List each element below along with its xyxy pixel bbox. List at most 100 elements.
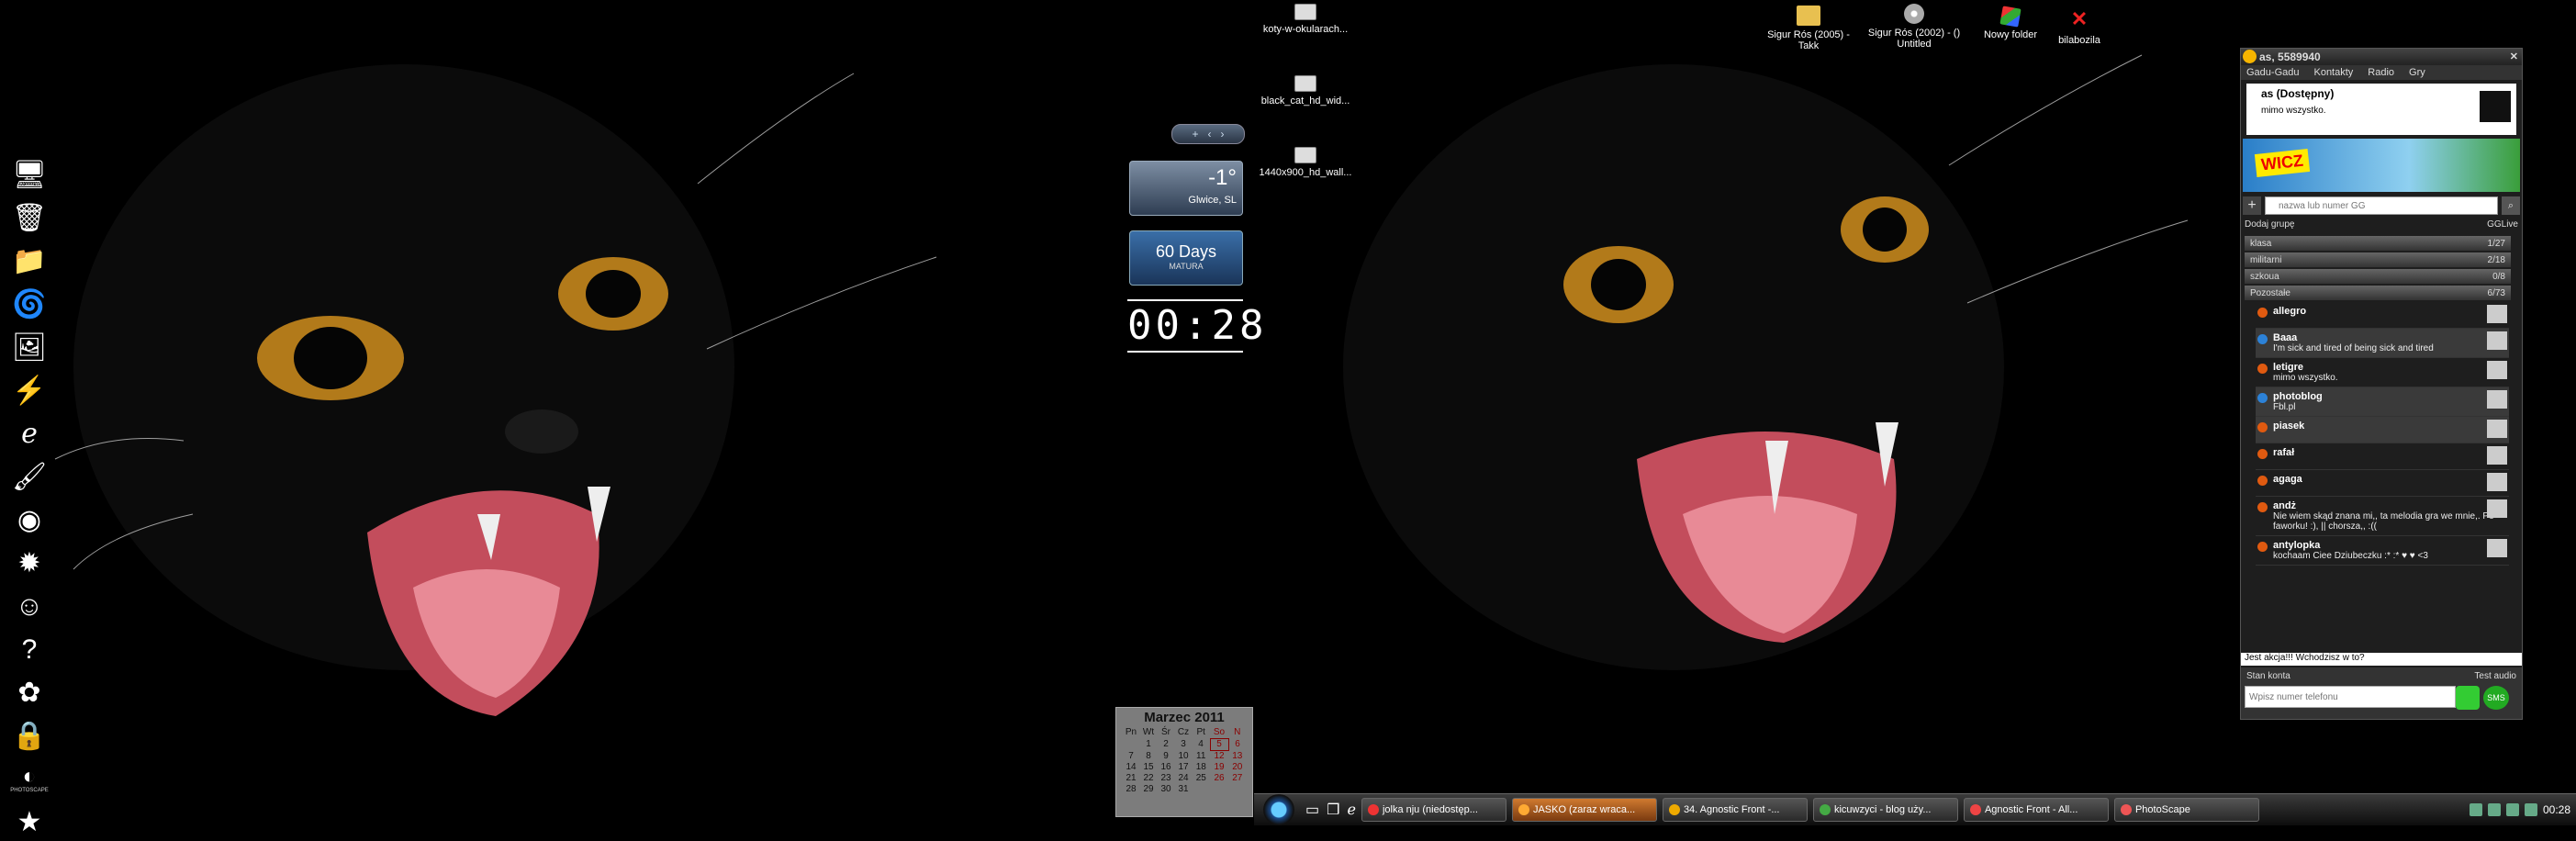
calendar-day[interactable]: 3 (1175, 739, 1193, 751)
desktop-folder-icon[interactable]: Sigur Rós (2005) - Takk (1758, 6, 1859, 51)
gg-ad-banner[interactable]: WICZ (2243, 139, 2520, 192)
calendar-day[interactable]: 27 (1228, 773, 1247, 784)
smiley-icon[interactable]: ☺ (9, 588, 50, 625)
gg-notice[interactable]: Jest akcja!!! Wchodzisz w to? (2241, 653, 2522, 666)
ccleaner-icon[interactable]: 🌀 (9, 286, 50, 323)
calendar-day[interactable]: 24 (1175, 773, 1193, 784)
calendar-day[interactable]: 31 (1175, 784, 1193, 795)
calendar-day[interactable]: 5 (1209, 738, 1229, 751)
calendar-day[interactable]: 29 (1140, 784, 1158, 795)
calendar-day[interactable]: 23 (1158, 773, 1175, 784)
taskbar-button[interactable]: JASKO (zaraz wraca... (1511, 798, 1657, 822)
chrome-icon[interactable]: ◉ (9, 501, 50, 539)
contact-group[interactable]: klasa 1/27 (2245, 236, 2511, 251)
taskbar-button[interactable]: 34. Agnostic Front -... (1662, 798, 1808, 822)
status-description[interactable]: mimo wszystko. (2261, 106, 2326, 116)
internet-explorer-icon[interactable]: ℯ (9, 415, 50, 453)
menu-item-gry[interactable]: Gry (2409, 67, 2425, 78)
calendar-day[interactable]: 1 (1140, 739, 1158, 751)
tray-icon[interactable] (2487, 803, 2501, 816)
menu-item-kontakty[interactable]: Kontakty (2313, 67, 2353, 78)
search-input[interactable] (2265, 196, 2498, 215)
gg-status-panel[interactable]: as (Dostępny) mimo wszystko. (2246, 84, 2516, 135)
desktop-folder-icon[interactable]: Nowy folder (1974, 6, 2047, 40)
folder-icon[interactable]: 📁 (9, 242, 50, 280)
calendar-day[interactable]: 14 (1123, 762, 1140, 773)
lock-icon[interactable]: 🔒 (9, 717, 50, 755)
calendar-day[interactable]: 8 (1140, 751, 1158, 763)
computer-icon[interactable]: 🖥 (9, 156, 50, 194)
calendar-day[interactable]: 18 (1193, 762, 1211, 773)
contact-group[interactable]: Pozostałe 6/73 (2245, 286, 2511, 300)
calendar-day[interactable]: 9 (1158, 751, 1175, 763)
phone-number-input[interactable] (2245, 686, 2456, 708)
start-button[interactable] (1263, 794, 1294, 825)
contact-item[interactable]: letigre mimo wszystko. (2256, 358, 2509, 387)
call-button[interactable] (2456, 686, 2480, 710)
calendar-day[interactable]: 2 (1158, 739, 1175, 751)
taskbar-button[interactable]: Agnostic Front - All... (1963, 798, 2109, 822)
contact-item[interactable]: photoblog Fbl.pl (2256, 387, 2509, 417)
picture-icon[interactable]: 🖼 (9, 329, 50, 366)
tray-icon[interactable] (2469, 803, 2482, 816)
account-balance-link[interactable]: Stan konta (2246, 671, 2290, 681)
contact-item[interactable]: rafał (2256, 443, 2509, 470)
star-icon[interactable]: ★ (9, 803, 50, 841)
calendar-day[interactable]: 19 (1210, 762, 1228, 773)
calendar-day[interactable]: 26 (1210, 773, 1228, 784)
desktop-file-icon[interactable]: 1440x900_hd_wall... (1250, 147, 1361, 178)
switch-windows-icon[interactable]: ❐ (1327, 801, 1339, 819)
desktop-file-icon[interactable]: koty-w-okularach... (1250, 4, 1361, 35)
search-icon[interactable]: ⌕ (2502, 196, 2520, 215)
calendar-day[interactable]: 17 (1175, 762, 1193, 773)
contact-group[interactable]: militarni 2/18 (2245, 252, 2511, 267)
taskbar-button[interactable]: kicuwzyci - blog uży... (1812, 798, 1958, 822)
calendar-day[interactable]: 10 (1175, 751, 1193, 763)
desktop-file-icon[interactable]: black_cat_hd_wid... (1250, 75, 1361, 107)
gg-titlebar[interactable]: as, 5589940 ✕ (2241, 49, 2522, 65)
contact-item[interactable]: Baaa I'm sick and tired of being sick and… (2256, 329, 2509, 358)
photoscape-icon[interactable]: ◐ PHOTOSCAPE (9, 760, 50, 798)
taskbar-button[interactable]: jolka nju (niedostęp... (1361, 798, 1506, 822)
add-group-button[interactable]: Dodaj grupę (2245, 219, 2294, 234)
contact-group[interactable]: szkoua 0/8 (2245, 269, 2511, 284)
contact-item[interactable]: agaga (2256, 470, 2509, 497)
gglive-button[interactable]: GGLive (2487, 219, 2518, 234)
help-icon[interactable]: ? (9, 631, 50, 668)
calendar-day[interactable]: 22 (1140, 773, 1158, 784)
calendar-day[interactable]: 11 (1193, 751, 1211, 763)
calendar-day[interactable]: 6 (1228, 739, 1247, 751)
close-icon[interactable]: ✕ (2510, 50, 2518, 62)
add-contact-button[interactable]: + (2243, 196, 2261, 215)
winamp-icon[interactable]: ⚡ (9, 372, 50, 409)
menu-item-radio[interactable]: Radio (2368, 67, 2394, 78)
prev-gadget-button[interactable]: ‹ (1208, 128, 1212, 140)
contact-item[interactable]: antylopka kochaam Ciee Dziubeczku :* :* ♥… (2256, 536, 2509, 566)
picasa-icon[interactable]: ✿ (9, 674, 50, 712)
countdown-gadget[interactable]: 60 Days MATURA (1129, 230, 1243, 286)
calendar-day[interactable]: 15 (1140, 762, 1158, 773)
weather-gadget[interactable]: -1° Glwice, SL (1129, 161, 1243, 216)
gadu-gadu-icon[interactable]: ✹ (9, 544, 50, 582)
calendar-day[interactable]: 20 (1228, 762, 1247, 773)
show-desktop-icon[interactable]: ▭ (1305, 801, 1319, 819)
calendar-day[interactable]: 13 (1228, 751, 1247, 763)
calendar-day[interactable]: 28 (1123, 784, 1140, 795)
volume-icon[interactable] (2524, 803, 2537, 816)
calendar-day[interactable]: 21 (1123, 773, 1140, 784)
paint-icon[interactable]: 🖌 (9, 458, 50, 496)
internet-explorer-icon[interactable]: ℯ (1347, 801, 1355, 819)
recycle-bin-icon[interactable]: 🗑 (9, 199, 50, 237)
add-gadget-button[interactable]: + (1192, 128, 1198, 140)
test-audio-link[interactable]: Test audio (2474, 671, 2516, 681)
desktop-cd-icon[interactable]: Sigur Rós (2002) - () Untitled (1864, 4, 1965, 50)
menu-item-gadu-gadu[interactable]: Gadu-Gadu (2246, 67, 2299, 78)
calendar-day[interactable]: 16 (1158, 762, 1175, 773)
calendar-day[interactable]: 30 (1158, 784, 1175, 795)
calendar-gadget[interactable]: Marzec 2011 Pn Wt Śr Cz Pt So N 1 2 3 4 5 6 7 8 9 10 11 12… (1115, 707, 1253, 817)
calendar-day[interactable]: 4 (1193, 739, 1211, 751)
contact-item[interactable]: allegro (2256, 302, 2509, 329)
contact-item[interactable]: piasek (2256, 417, 2509, 443)
calendar-day[interactable]: 25 (1193, 773, 1211, 784)
calendar-day[interactable]: 12 (1210, 751, 1228, 763)
